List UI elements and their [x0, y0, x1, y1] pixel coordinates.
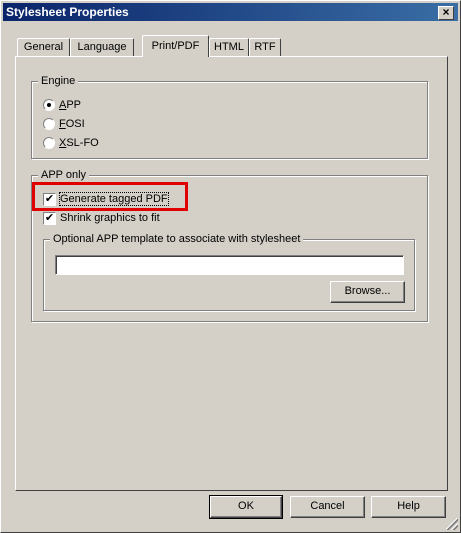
radio-fosi-mnemonic: F — [59, 118, 66, 131]
window-title: Stylesheet Properties — [6, 5, 129, 19]
tab-print-pdf[interactable]: Print/PDF — [142, 35, 209, 57]
radio-xsl-fo-label: SL-FO — [66, 137, 99, 150]
help-button[interactable]: Help — [371, 496, 446, 518]
radio-app-label: PP — [66, 99, 82, 112]
tab-panel-print-pdf: Engine APP FOSI XSL-FO APP only ✔ Generat… — [15, 56, 448, 491]
template-group-label: Optional APP template to associate with … — [50, 232, 304, 246]
radio-fosi-label: OSI — [65, 118, 85, 131]
tab-rtf[interactable]: RTF — [249, 38, 281, 56]
tab-html[interactable]: HTML — [209, 38, 249, 56]
engine-group: Engine APP FOSI XSL-FO — [31, 74, 428, 159]
generate-tagged-pdf-check-icon[interactable]: ✔ — [43, 192, 56, 206]
app-only-group-label: APP only — [38, 168, 90, 182]
shrink-graphics-check-icon[interactable]: ✔ — [43, 211, 56, 225]
generate-tagged-pdf-label: Generate tagged PDF — [59, 192, 169, 207]
title-bar: Stylesheet Properties × — [3, 3, 458, 21]
radio-fosi-indicator[interactable] — [43, 118, 55, 131]
cancel-button[interactable]: Cancel — [290, 496, 365, 518]
radio-xsl-fo[interactable]: XSL-FO — [43, 135, 99, 151]
radio-app-indicator[interactable] — [43, 99, 55, 112]
radio-app[interactable]: APP — [43, 97, 81, 113]
tab-general[interactable]: General — [17, 38, 70, 56]
template-path-input[interactable] — [55, 255, 404, 275]
shrink-graphics-checkbox[interactable]: ✔ Shrink graphics to fit — [43, 210, 160, 226]
template-group: Optional APP template to associate with … — [43, 232, 415, 311]
generate-tagged-pdf-checkbox[interactable]: ✔ Generate tagged PDF — [43, 191, 169, 207]
radio-xsl-fo-indicator[interactable] — [43, 137, 55, 150]
browse-button[interactable]: Browse... — [330, 281, 405, 303]
radio-fosi[interactable]: FOSI — [43, 116, 85, 132]
app-only-group: APP only ✔ Generate tagged PDF ✔ Shrink gr… — [31, 168, 428, 322]
resize-grip-icon[interactable] — [446, 518, 458, 530]
ok-button[interactable]: OK — [209, 495, 283, 519]
shrink-graphics-label: Shrink graphics to fit — [60, 212, 160, 225]
tab-language[interactable]: Language — [70, 38, 134, 56]
engine-group-label: Engine — [38, 74, 79, 88]
close-icon[interactable]: × — [438, 6, 454, 20]
dialog-window: Stylesheet Properties × General Language… — [0, 0, 461, 533]
